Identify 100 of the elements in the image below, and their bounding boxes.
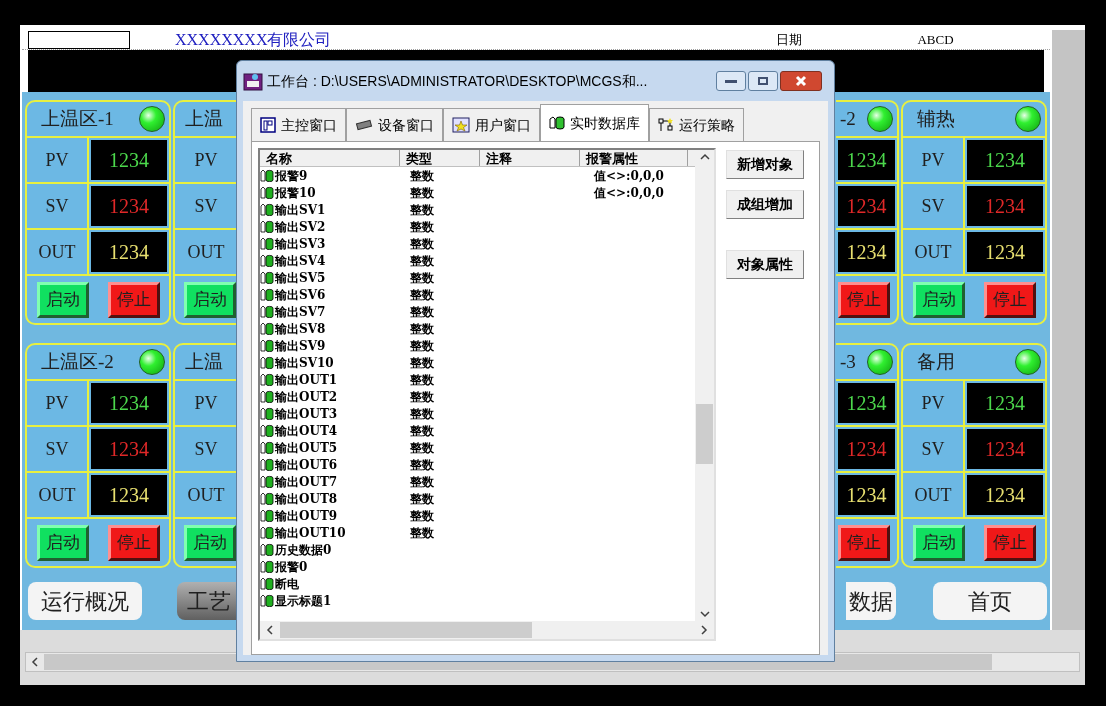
value-display: 1234	[838, 429, 895, 469]
value-display: 1234	[838, 232, 895, 272]
nav-button[interactable]: 运行概况	[28, 582, 142, 620]
dialog-title: 工作台 : D:\USERS\ADMINISTRATOR\DESKTOP\MCGS和...	[267, 71, 648, 91]
variable-name[interactable]: 输出OUT5	[275, 438, 338, 457]
app-icon	[243, 71, 263, 91]
tab[interactable]: 设备窗口	[346, 108, 443, 141]
nav-button[interactable]: 数据	[846, 582, 896, 620]
variable-name[interactable]: 输出OUT8	[275, 489, 338, 508]
variable-name[interactable]: 输出SV1	[275, 200, 326, 219]
parameter-label: OUT	[903, 473, 965, 517]
variable-name[interactable]: 输出SV5	[275, 268, 326, 287]
variable-name[interactable]: 输出SV6	[275, 285, 326, 304]
window-icon	[260, 117, 276, 133]
zone-title: -2	[840, 106, 856, 131]
variable-type: 整数	[410, 491, 434, 506]
nav-button[interactable]: 首页	[933, 582, 1047, 620]
scroll-up-icon[interactable]	[699, 153, 710, 161]
stop-button[interactable]: 停止	[983, 524, 1036, 561]
scroll-right-icon[interactable]	[700, 625, 708, 635]
variable-name[interactable]: 输出OUT2	[275, 387, 338, 406]
maximize-button[interactable]	[748, 71, 778, 91]
variable-type: 整数	[410, 287, 434, 302]
close-button[interactable]	[780, 71, 822, 91]
start-button[interactable]: 启动	[912, 281, 965, 318]
parameter-label: PV	[27, 381, 89, 425]
variable-name[interactable]: 输出SV2	[275, 217, 326, 236]
tab[interactable]: 实时数据库	[540, 104, 649, 141]
minimize-button[interactable]	[716, 71, 746, 91]
variable-name[interactable]: 输出SV4	[275, 251, 326, 270]
stop-button[interactable]: 停止	[983, 281, 1036, 318]
tab[interactable]: 主控窗口	[251, 108, 346, 141]
variable-type: 整数	[410, 219, 434, 234]
variable-name[interactable]: 报警9	[275, 166, 308, 185]
value-display: 1234	[838, 186, 895, 226]
variable-name[interactable]: 输出SV10	[275, 353, 334, 372]
parameter-label: PV	[193, 148, 219, 172]
parameter-label: OUT	[27, 230, 89, 274]
zone-title: 上温区-2	[41, 349, 114, 374]
parameter-label: PV	[27, 138, 89, 182]
variable-name[interactable]: 显示标题1	[275, 591, 332, 610]
action-button[interactable]: 成组增加	[726, 190, 804, 219]
value-display: 1234	[91, 140, 167, 180]
stop-button[interactable]: 停止	[107, 524, 160, 561]
column-header[interactable]: 注释	[480, 150, 580, 166]
variable-name[interactable]: 输出OUT4	[275, 421, 338, 440]
start-button[interactable]: 启动	[184, 281, 236, 318]
variable-type: 整数	[410, 270, 434, 285]
parameter-label: SV	[27, 427, 89, 471]
date-label: 日期	[776, 30, 803, 49]
variable-name[interactable]: 输出SV9	[275, 336, 326, 355]
column-header[interactable]: 名称	[260, 150, 400, 166]
scroll-down-icon[interactable]	[699, 610, 710, 618]
variable-type: 整数	[410, 457, 434, 472]
star-window-icon	[452, 117, 470, 133]
stop-button[interactable]: 停止	[838, 524, 890, 561]
variable-type: 整数	[410, 338, 434, 353]
variable-type: 整数	[410, 304, 434, 319]
scroll-thumb[interactable]	[696, 404, 713, 464]
date-value: ABCD	[917, 30, 954, 49]
variable-name[interactable]: 输出OUT10	[275, 523, 346, 542]
variable-name[interactable]: 输出OUT7	[275, 472, 338, 491]
variable-type: 整数	[410, 321, 434, 336]
stop-button[interactable]: 停止	[107, 281, 160, 318]
parameter-label: SV	[193, 194, 219, 218]
variable-name[interactable]: 输出OUT9	[275, 506, 338, 525]
zone-title: 备用	[917, 349, 955, 374]
alarm-setting: 值<>:0,0,0	[594, 185, 664, 200]
scroll-left-icon[interactable]	[31, 657, 39, 667]
variable-name[interactable]: 报警0	[275, 557, 308, 576]
variable-name[interactable]: 输出OUT6	[275, 455, 338, 474]
start-button[interactable]: 启动	[36, 281, 89, 318]
start-button[interactable]: 启动	[912, 524, 965, 561]
stop-button[interactable]: 停止	[838, 281, 890, 318]
action-button[interactable]: 新增对象	[726, 150, 804, 179]
zone-title: 辅热	[917, 106, 955, 131]
variable-type: 整数	[410, 508, 434, 523]
horizontal-scrollbar[interactable]	[260, 621, 714, 639]
action-button[interactable]: 对象属性	[726, 250, 804, 279]
vertical-scrollbar[interactable]	[695, 150, 714, 621]
variable-name[interactable]: 历史数据0	[275, 540, 332, 559]
tab[interactable]: 运行策略	[649, 108, 744, 141]
variable-name[interactable]: 输出SV7	[275, 302, 326, 321]
start-button[interactable]: 启动	[184, 524, 236, 561]
parameter-label: PV	[193, 391, 219, 415]
variable-type: 整数	[410, 236, 434, 251]
close-icon	[795, 75, 807, 87]
tab[interactable]: 用户窗口	[443, 108, 540, 141]
variable-name[interactable]: 输出OUT3	[275, 404, 338, 423]
column-header[interactable]: 类型	[400, 150, 480, 166]
scroll-left-icon[interactable]	[266, 625, 274, 635]
variable-name[interactable]: 输出SV3	[275, 234, 326, 253]
nav-button[interactable]: 工艺	[177, 582, 236, 620]
variable-name[interactable]: 断电	[275, 574, 299, 593]
scroll-thumb[interactable]	[280, 622, 532, 638]
variable-name[interactable]: 输出SV8	[275, 319, 326, 338]
column-header[interactable]: 报警属性	[580, 150, 688, 166]
start-button[interactable]: 启动	[36, 524, 89, 561]
variable-name[interactable]: 输出OUT1	[275, 370, 338, 389]
variable-name[interactable]: 报警10	[275, 183, 316, 202]
